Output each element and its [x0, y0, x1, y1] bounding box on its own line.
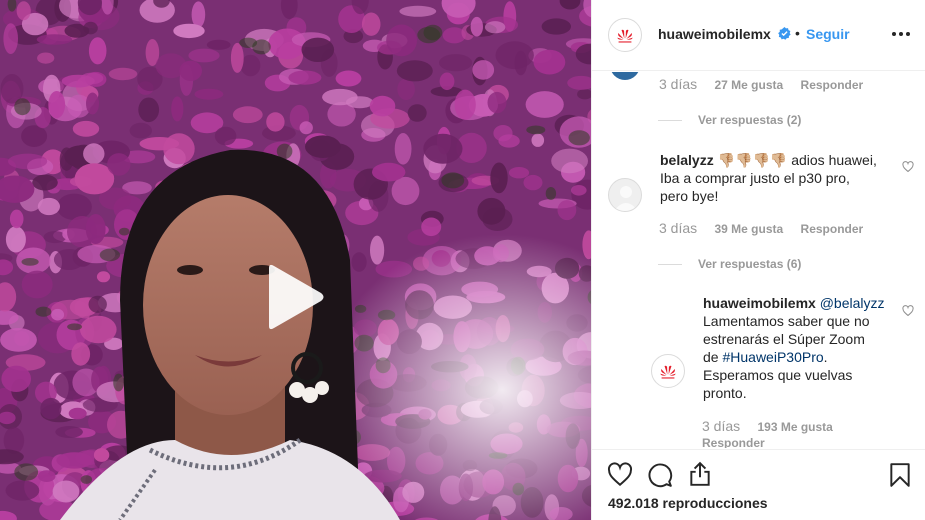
comment-emoji: 👎🏼👎🏼👎🏼👎🏼: [717, 152, 788, 168]
commenter-avatar[interactable]: [608, 178, 642, 212]
comment-meta: 3 días 39 Me gusta Responder: [659, 220, 863, 236]
reply-text-line4: Esperamos que vuelvas: [703, 367, 853, 383]
default-avatar-icon: [614, 186, 638, 211]
like-comment-heart-icon[interactable]: [902, 161, 914, 173]
comment-text-line1: adios huawei,: [787, 152, 877, 168]
comments-list[interactable]: 3 días 27 Me gusta Responder Ver respues…: [592, 72, 925, 448]
reply-mention-link[interactable]: @belalyzz: [820, 295, 885, 311]
reply-button[interactable]: Responder: [801, 222, 864, 236]
reply-meta: 3 días 193 Me gusta Responder: [702, 418, 833, 448]
reply-hashtag-link[interactable]: #HuaweiP30Pro: [722, 349, 823, 365]
comment-likes[interactable]: 39 Me gusta: [714, 222, 783, 236]
comment-body: belalyzz 👎🏼👎🏼👎🏼👎🏼 adios huawei, Iba a co…: [660, 151, 900, 205]
view-replies[interactable]: Ver respuestas (2): [658, 113, 801, 127]
play-icon[interactable]: [259, 262, 329, 332]
comment-time: 3 días: [659, 220, 698, 236]
bookmark-icon[interactable]: [887, 462, 913, 488]
reply-text-line2: estrenarás el Súper Zoom: [703, 331, 865, 347]
share-icon[interactable]: [687, 461, 713, 487]
reply-text-line5: pronto.: [703, 385, 747, 401]
reply-button[interactable]: Responder: [702, 436, 765, 448]
comment-icon[interactable]: [647, 462, 673, 488]
reply-time: 3 días: [702, 418, 741, 434]
author-avatar[interactable]: [608, 18, 642, 52]
view-count[interactable]: 492.018 reproducciones: [608, 495, 768, 511]
like-reply-heart-icon[interactable]: [902, 305, 914, 317]
heart-icon[interactable]: [607, 462, 633, 488]
reply-button[interactable]: Responder: [801, 78, 864, 92]
view-replies[interactable]: Ver respuestas (6): [658, 257, 801, 271]
huawei-logo-icon: [617, 29, 633, 43]
view-replies-label[interactable]: Ver respuestas (6): [698, 257, 801, 271]
video-player[interactable]: [0, 0, 591, 520]
post-side-panel: huaweimobilemx • Seguir 3 días 27 Me gus…: [591, 0, 925, 520]
author-username[interactable]: huaweimobilemx: [658, 26, 771, 42]
comment-time: 3 días: [659, 76, 698, 92]
reply-text-line3-prefix: de: [703, 349, 723, 365]
verified-badge-icon: [778, 27, 791, 40]
comment-text-line3: pero bye!: [660, 188, 719, 204]
post-actions: 492.018 reproducciones: [592, 449, 925, 520]
comment-text-line2: Iba a comprar justo el p30 pro,: [660, 170, 850, 186]
separator-dot: •: [795, 25, 800, 41]
video-frame: [0, 0, 591, 520]
reply-text-line3-suffix: .: [823, 349, 828, 365]
more-options-icon[interactable]: [888, 22, 914, 46]
divider: [658, 119, 682, 121]
views-label: reproducciones: [662, 495, 768, 511]
comment-username[interactable]: belalyzz: [660, 152, 714, 168]
follow-button[interactable]: Seguir: [806, 26, 850, 42]
reply-text-line1: Lamentamos saber que no: [703, 313, 870, 329]
reply-likes[interactable]: 193 Me gusta: [757, 420, 832, 434]
comment-meta: 3 días 27 Me gusta Responder: [659, 76, 863, 92]
commenter-avatar[interactable]: [610, 72, 640, 80]
view-replies-label[interactable]: Ver respuestas (2): [698, 113, 801, 127]
divider: [658, 263, 682, 265]
reply-author-avatar[interactable]: [651, 354, 685, 388]
reply-username[interactable]: huaweimobilemx: [703, 295, 816, 311]
reply-body: huaweimobilemx @belalyzz Lamentamos sabe…: [703, 294, 893, 402]
huawei-logo-icon: [660, 365, 676, 379]
comment-likes[interactable]: 27 Me gusta: [714, 78, 783, 92]
views-number: 492.018: [608, 495, 659, 511]
post-header: huaweimobilemx • Seguir: [592, 0, 925, 71]
